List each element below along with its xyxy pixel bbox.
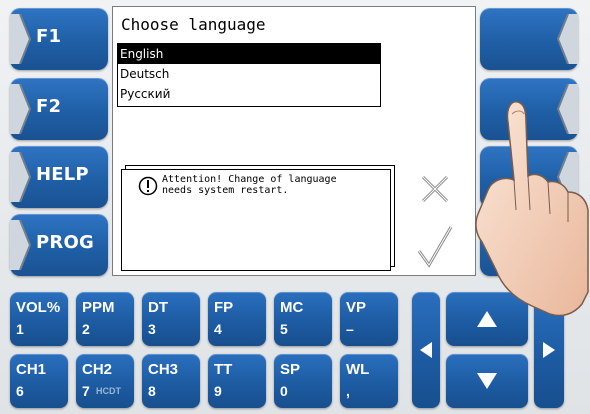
key-label: MC [280, 299, 304, 316]
arrow-down-button[interactable] [446, 354, 528, 408]
key-number: 8 [148, 383, 156, 399]
pointing-hand-icon [475, 101, 589, 317]
dialog-box: Attention! Change of language needs syst… [121, 169, 391, 271]
softkey-label: F2 [36, 96, 62, 117]
key-number: 0 [280, 383, 288, 399]
key-label: CH2 [82, 361, 113, 378]
language-list: English Deutsch Русский [117, 43, 381, 107]
softkey-right-1[interactable] [480, 8, 578, 70]
display-screen: Choose language English Deutsch Русский … [112, 6, 476, 276]
arrow-left-button[interactable] [412, 292, 440, 408]
notch-left-icon [10, 220, 32, 270]
softkey-label: HELP [36, 164, 89, 185]
dialog-message: Attention! Change of language needs syst… [162, 174, 337, 196]
key-number: 6 [16, 383, 24, 399]
key-sp-0[interactable]: SP 0 [274, 354, 332, 408]
confirm-check-icon[interactable] [415, 225, 455, 269]
page-title: Choose language [121, 15, 266, 34]
key-number: 9 [214, 383, 222, 399]
softkey-f2[interactable]: F2 [10, 78, 108, 140]
key-mc-5[interactable]: MC 5 [274, 292, 332, 346]
device-panel: F1 F2 HELP PROG Choose language English … [0, 0, 590, 414]
softkey-prog[interactable]: PROG [10, 214, 108, 276]
key-ch1-6[interactable]: CH1 6 [10, 354, 68, 408]
key-dt-3[interactable]: DT 3 [142, 292, 200, 346]
softkey-label: F1 [36, 26, 62, 47]
notch-left-icon [10, 84, 32, 134]
key-number: 3 [148, 321, 156, 337]
key-wl-comma[interactable]: WL , [340, 354, 398, 408]
language-item-deutsch[interactable]: Deutsch [118, 64, 380, 84]
key-number: 1 [16, 321, 24, 337]
key-number: , [346, 383, 350, 399]
notch-left-icon [10, 14, 32, 64]
key-label: WL [346, 361, 370, 378]
key-sublabel: HCDT [96, 386, 121, 396]
key-tt-9[interactable]: TT 9 [208, 354, 266, 408]
key-number: – [346, 321, 354, 337]
notch-right-icon [556, 14, 578, 64]
key-label: PPM [82, 299, 115, 316]
key-label: TT [214, 361, 233, 378]
key-number: 4 [214, 321, 222, 337]
key-ch2-7[interactable]: CH2 7 HCDT [76, 354, 134, 408]
key-number: 5 [280, 321, 288, 337]
key-vp-minus[interactable]: VP – [340, 292, 398, 346]
arrow-down-icon [477, 373, 497, 389]
key-label: SP [280, 361, 301, 378]
key-number: 7 [82, 383, 90, 399]
arrow-right-icon [543, 342, 555, 358]
arrow-left-icon [420, 342, 432, 358]
restart-warning-dialog: Attention! Change of language needs syst… [121, 165, 395, 271]
cancel-icon[interactable] [415, 169, 455, 209]
key-ch3-8[interactable]: CH3 8 [142, 354, 200, 408]
softkey-f1[interactable]: F1 [10, 8, 108, 70]
notch-left-icon [10, 152, 32, 202]
key-ppm-2[interactable]: PPM 2 [76, 292, 134, 346]
key-vol-1[interactable]: VOL% 1 [10, 292, 68, 346]
key-label: CH1 [16, 361, 47, 378]
key-label: VOL% [16, 299, 61, 316]
key-label: CH3 [148, 361, 179, 378]
key-label: DT [148, 299, 168, 316]
language-item-english[interactable]: English [118, 44, 380, 64]
language-item-russian[interactable]: Русский [118, 84, 380, 104]
key-fp-4[interactable]: FP 4 [208, 292, 266, 346]
softkey-help[interactable]: HELP [10, 146, 108, 208]
key-label: FP [214, 299, 234, 316]
key-label: VP [346, 299, 367, 316]
softkey-label: PROG [36, 232, 94, 253]
key-number: 2 [82, 321, 90, 337]
warning-icon [138, 176, 158, 196]
